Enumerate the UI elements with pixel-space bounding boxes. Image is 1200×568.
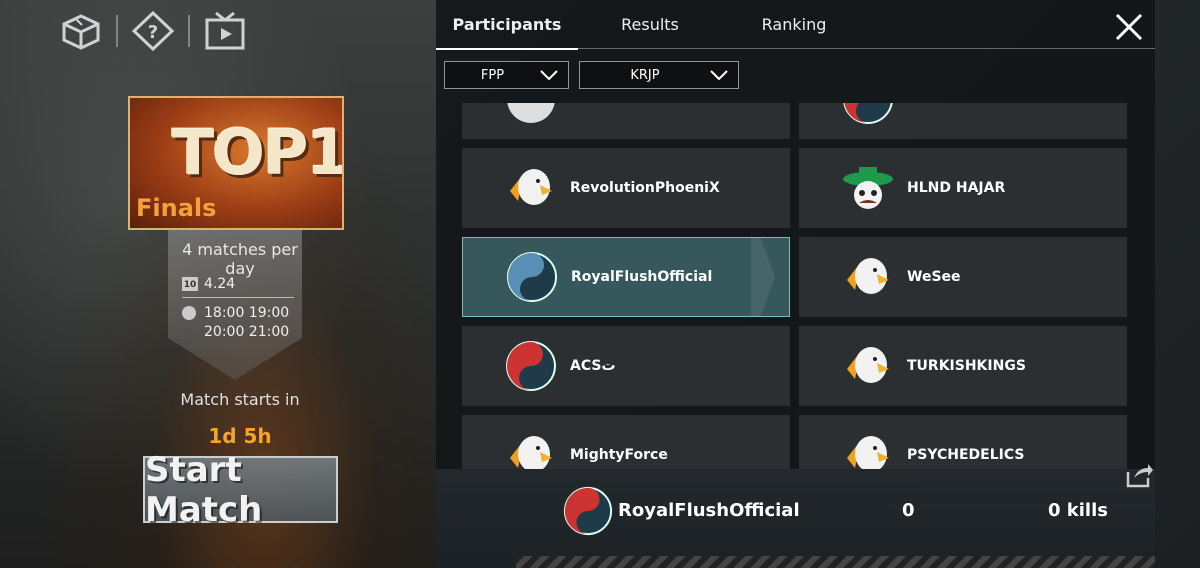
yinyang-logo-icon — [843, 103, 893, 124]
tab-results[interactable]: Results — [578, 0, 722, 48]
filter-row: FPP KRJP — [444, 61, 739, 89]
share-icon[interactable] — [1124, 460, 1154, 490]
participant-name: HLND HAJAR — [907, 180, 1006, 196]
eagle-logo-icon — [510, 169, 552, 205]
participant-name: RevolutionPhoeniX — [570, 180, 720, 196]
participant-name: MightyForce — [570, 447, 668, 463]
yinyang-logo-icon — [563, 486, 613, 536]
tv-replay-icon[interactable] — [200, 8, 250, 54]
schedule-date: 10 4.24 — [182, 276, 235, 292]
footer-team-name: RoyalFlushOfficial — [618, 500, 800, 521]
tab-ranking[interactable]: Ranking — [722, 0, 866, 48]
banner-stage: Finals — [136, 194, 217, 222]
footer-kills: 0 kills — [1048, 500, 1108, 521]
match-starts-label: Match starts in — [180, 390, 300, 409]
participant-card[interactable]: HLND HAJAR — [799, 148, 1127, 228]
icon-divider — [188, 15, 190, 47]
footer-rank: 0 — [902, 500, 915, 521]
selection-arrow — [751, 238, 775, 316]
eagle-logo-icon — [847, 347, 889, 383]
participant-card[interactable]: PSYCHEDELICS — [799, 415, 1127, 469]
mode-value: FPP — [480, 67, 505, 83]
times-line-2: 20:00 21:00 — [204, 324, 290, 340]
eagle-logo-icon — [510, 436, 552, 469]
chevron-down-icon — [540, 70, 558, 80]
start-match-button[interactable]: Start Match — [143, 450, 338, 530]
schedule-times: 18:00 19:00 20:00 21:00 — [182, 304, 289, 342]
participant-card-selected[interactable]: RoyalFlushOfficial — [462, 237, 790, 317]
date-text: 4.24 — [204, 276, 236, 292]
region-value: KRJP — [630, 67, 660, 83]
help-icon[interactable]: ? — [128, 8, 178, 54]
participant-list[interactable]: RevolutionPhoeniX HLND HAJAR RoyalFlushO… — [462, 103, 1130, 469]
participant-card[interactable]: MightyForce — [462, 415, 790, 469]
participant-card[interactable] — [462, 103, 790, 139]
hazard-stripe — [516, 556, 1155, 568]
mode-dropdown[interactable]: FPP — [444, 61, 569, 89]
eagle-logo-icon — [847, 258, 889, 294]
times-line-1: 18:00 19:00 — [204, 305, 290, 321]
participant-name: ACSت — [570, 358, 616, 374]
countdown: 1d 5h — [208, 424, 272, 448]
participant-name: TURKISHKINGS — [907, 358, 1026, 374]
participant-name: WeSee — [907, 269, 961, 285]
crate-icon[interactable] — [56, 8, 106, 54]
tab-bar: Participants Results Ranking — [436, 0, 1155, 50]
yinyang-logo-icon — [506, 341, 556, 391]
schedule-divider — [182, 297, 294, 298]
participant-card[interactable]: RevolutionPhoeniX — [462, 148, 790, 228]
my-team-footer: RoyalFlushOfficial 0 0 kills — [436, 469, 1155, 568]
tournament-banner: TOP1 Finals — [128, 96, 344, 230]
svg-text:?: ? — [148, 22, 158, 43]
eagle-logo-icon — [847, 436, 889, 469]
top-icon-bar: ? — [56, 8, 250, 54]
participant-name: PSYCHEDELICS — [907, 447, 1025, 463]
icon-divider — [116, 15, 118, 47]
participants-panel: Participants Results Ranking FPP KRJP Re… — [436, 0, 1155, 568]
participant-card[interactable]: ACSت — [462, 326, 790, 406]
participant-card[interactable]: WeSee — [799, 237, 1127, 317]
participant-card[interactable]: TURKISHKINGS — [799, 326, 1127, 406]
sombrero-skull-logo-icon — [843, 167, 893, 209]
clock-icon — [182, 306, 196, 320]
banner-title: TOP1 — [172, 116, 344, 189]
participant-card[interactable] — [799, 103, 1127, 139]
chevron-down-icon — [710, 70, 728, 80]
region-dropdown[interactable]: KRJP — [579, 61, 739, 89]
calendar-icon: 10 — [182, 277, 198, 291]
skull-logo-icon — [507, 103, 555, 123]
matches-per-day: 4 matches per day — [182, 240, 298, 278]
tab-participants[interactable]: Participants — [436, 0, 578, 50]
yinyang-logo-icon — [507, 252, 557, 302]
participant-name: RoyalFlushOfficial — [571, 269, 713, 285]
close-icon[interactable] — [1112, 12, 1146, 42]
